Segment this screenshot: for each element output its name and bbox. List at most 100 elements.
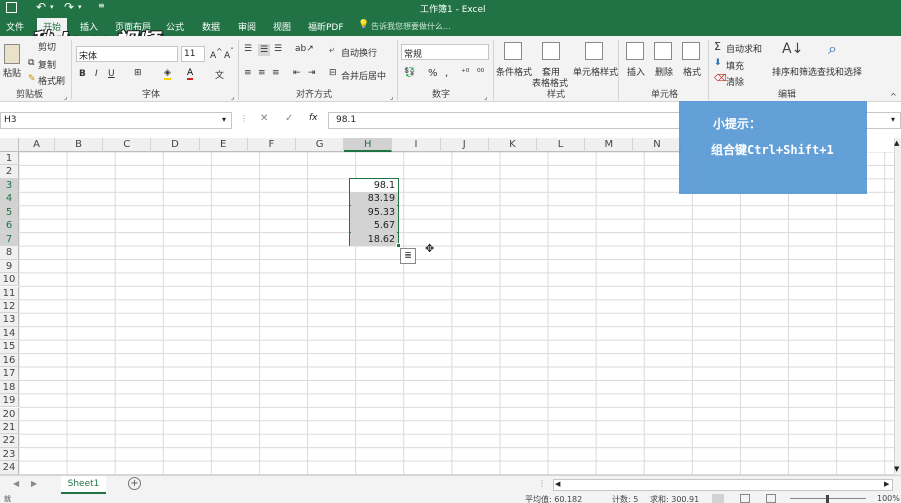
row-header-13[interactable]: 13 (0, 313, 19, 327)
align-left-icon[interactable]: ≡ (244, 68, 252, 78)
cell-h3[interactable]: 98.1 (350, 179, 398, 193)
cell-h7[interactable]: 18.62 (350, 233, 398, 247)
fill-color-icon[interactable]: ◈ (164, 68, 171, 80)
cell-styles-button[interactable]: 单元格样式 (573, 65, 618, 78)
row-header-2[interactable]: 2 (0, 165, 19, 179)
font-size-select[interactable]: 11 (181, 46, 205, 62)
italic-icon[interactable]: I (95, 69, 98, 79)
tab-file[interactable]: 文件 (6, 20, 24, 33)
zoom-thumb[interactable] (826, 495, 829, 503)
column-header-j[interactable]: J (440, 138, 489, 152)
paste-icon[interactable] (4, 44, 20, 64)
cut-button[interactable]: 剪切 (38, 40, 56, 53)
row-header-8[interactable]: 8 (0, 246, 19, 260)
prev-sheet-icon[interactable]: ◀ (13, 479, 19, 488)
zoom-level[interactable]: 100% (877, 494, 900, 503)
page-break-view-icon[interactable] (766, 494, 776, 503)
horizontal-scrollbar[interactable] (553, 479, 893, 491)
align-middle-icon[interactable]: ☰ (258, 44, 271, 56)
scroll-right-icon[interactable]: ▶ (884, 480, 889, 488)
column-header-k[interactable]: K (488, 138, 537, 152)
sheet-tab-sheet1[interactable]: Sheet1 (61, 476, 106, 494)
align-center-icon[interactable]: ≡ (258, 68, 266, 78)
row-header-23[interactable]: 23 (0, 447, 19, 462)
normal-view-icon[interactable] (712, 494, 724, 503)
scroll-up-icon[interactable]: ▲ (894, 139, 899, 147)
autosum-button[interactable]: 自动求和 (726, 42, 762, 55)
row-header-12[interactable]: 12 (0, 299, 19, 314)
expand-formula-icon[interactable]: ▾ (891, 115, 895, 124)
format-painter-button[interactable]: 格式刷 (38, 74, 65, 87)
conditional-format-button[interactable]: 条件格式 (496, 65, 532, 78)
row-header-14[interactable]: 14 (0, 326, 19, 341)
next-sheet-icon[interactable]: ▶ (31, 479, 37, 488)
column-header-f[interactable]: F (247, 138, 296, 152)
alignment-launcher-icon[interactable]: ⌟ (390, 93, 393, 101)
insert-cells-button[interactable]: 插入 (627, 65, 645, 78)
customize-qat-icon[interactable]: ≡ (98, 1, 105, 10)
comma-button[interactable]: , (445, 68, 448, 79)
column-header-g[interactable]: G (296, 138, 345, 152)
row-header-20[interactable]: 20 (0, 407, 19, 421)
row-header-17[interactable]: 17 (0, 367, 19, 381)
increase-font-icon[interactable]: A^ (210, 47, 222, 61)
border-icon[interactable]: ⊞ (134, 68, 142, 78)
row-header-7[interactable]: 7 (0, 232, 19, 247)
row-header-18[interactable]: 18 (0, 380, 19, 395)
tab-data[interactable]: 数据 (202, 20, 220, 33)
decrease-font-icon[interactable]: Aˇ (224, 47, 234, 61)
clear-button[interactable]: 清除 (726, 75, 744, 88)
add-sheet-icon[interactable]: + (128, 477, 141, 490)
undo-dropdown-icon[interactable]: ▾ (50, 3, 54, 11)
percent-button[interactable]: % (428, 68, 438, 79)
row-header-11[interactable]: 11 (0, 286, 19, 300)
row-header-1[interactable]: 1 (0, 152, 19, 166)
font-name-select[interactable]: 宋体 (76, 46, 178, 62)
currency-icon[interactable]: 💱 (404, 68, 415, 78)
tab-review[interactable]: 审阅 (238, 20, 256, 33)
fill-button[interactable]: 填充 (726, 59, 744, 72)
row-header-15[interactable]: 15 (0, 340, 19, 354)
tab-formulas[interactable]: 公式 (166, 20, 184, 33)
row-header-19[interactable]: 19 (0, 394, 19, 408)
wrap-text-button[interactable]: 自动换行 (341, 46, 377, 59)
name-box[interactable]: H3 (0, 112, 232, 129)
row-header-3[interactable]: 3 (0, 178, 19, 193)
row-header-22[interactable]: 22 (0, 434, 19, 448)
tell-me-box[interactable]: 告诉我您想要做什么... (371, 21, 451, 32)
align-right-icon[interactable]: ≡ (272, 68, 280, 78)
row-header-4[interactable]: 4 (0, 192, 19, 206)
row-header-10[interactable]: 10 (0, 273, 19, 287)
page-layout-view-icon[interactable] (740, 494, 750, 503)
tab-foxit-pdf[interactable]: 福昕PDF (308, 20, 344, 33)
row-header-9[interactable]: 9 (0, 259, 19, 273)
font-launcher-icon[interactable]: ⌟ (231, 93, 234, 101)
copy-button[interactable]: 复制 (38, 58, 56, 71)
row-header-5[interactable]: 5 (0, 205, 19, 220)
cell-h4[interactable]: 83.19 (350, 192, 398, 206)
save-icon[interactable] (6, 2, 17, 13)
number-format-select[interactable]: 常规 (401, 44, 489, 60)
scroll-left-icon[interactable]: ◀ (555, 480, 560, 488)
cell-h6[interactable]: 5.67 (350, 219, 398, 233)
insert-function-icon[interactable]: fx (309, 113, 318, 123)
tab-view[interactable]: 视图 (273, 20, 291, 33)
column-header-a[interactable]: A (19, 138, 55, 152)
column-header-h[interactable]: H (344, 138, 393, 152)
column-header-i[interactable]: I (392, 138, 441, 152)
font-color-icon[interactable]: A (187, 68, 194, 80)
column-header-m[interactable]: M (585, 138, 634, 152)
bold-icon[interactable]: B (79, 69, 86, 79)
paste-button[interactable]: 粘贴 (3, 66, 21, 79)
number-launcher-icon[interactable]: ⌟ (484, 93, 487, 101)
grid-area[interactable] (19, 152, 894, 475)
select-all-corner[interactable] (0, 138, 19, 152)
vertical-scrollbar[interactable] (894, 138, 901, 475)
column-header-l[interactable]: L (537, 138, 586, 152)
scroll-down-icon[interactable]: ▼ (894, 465, 899, 473)
undo-icon[interactable]: ↶ (36, 0, 46, 14)
column-header-c[interactable]: C (103, 138, 152, 152)
sort-filter-button[interactable]: 排序和筛选 (772, 65, 817, 78)
tab-split-icon[interactable]: ⋮ (538, 479, 546, 488)
underline-icon[interactable]: U (108, 69, 115, 79)
